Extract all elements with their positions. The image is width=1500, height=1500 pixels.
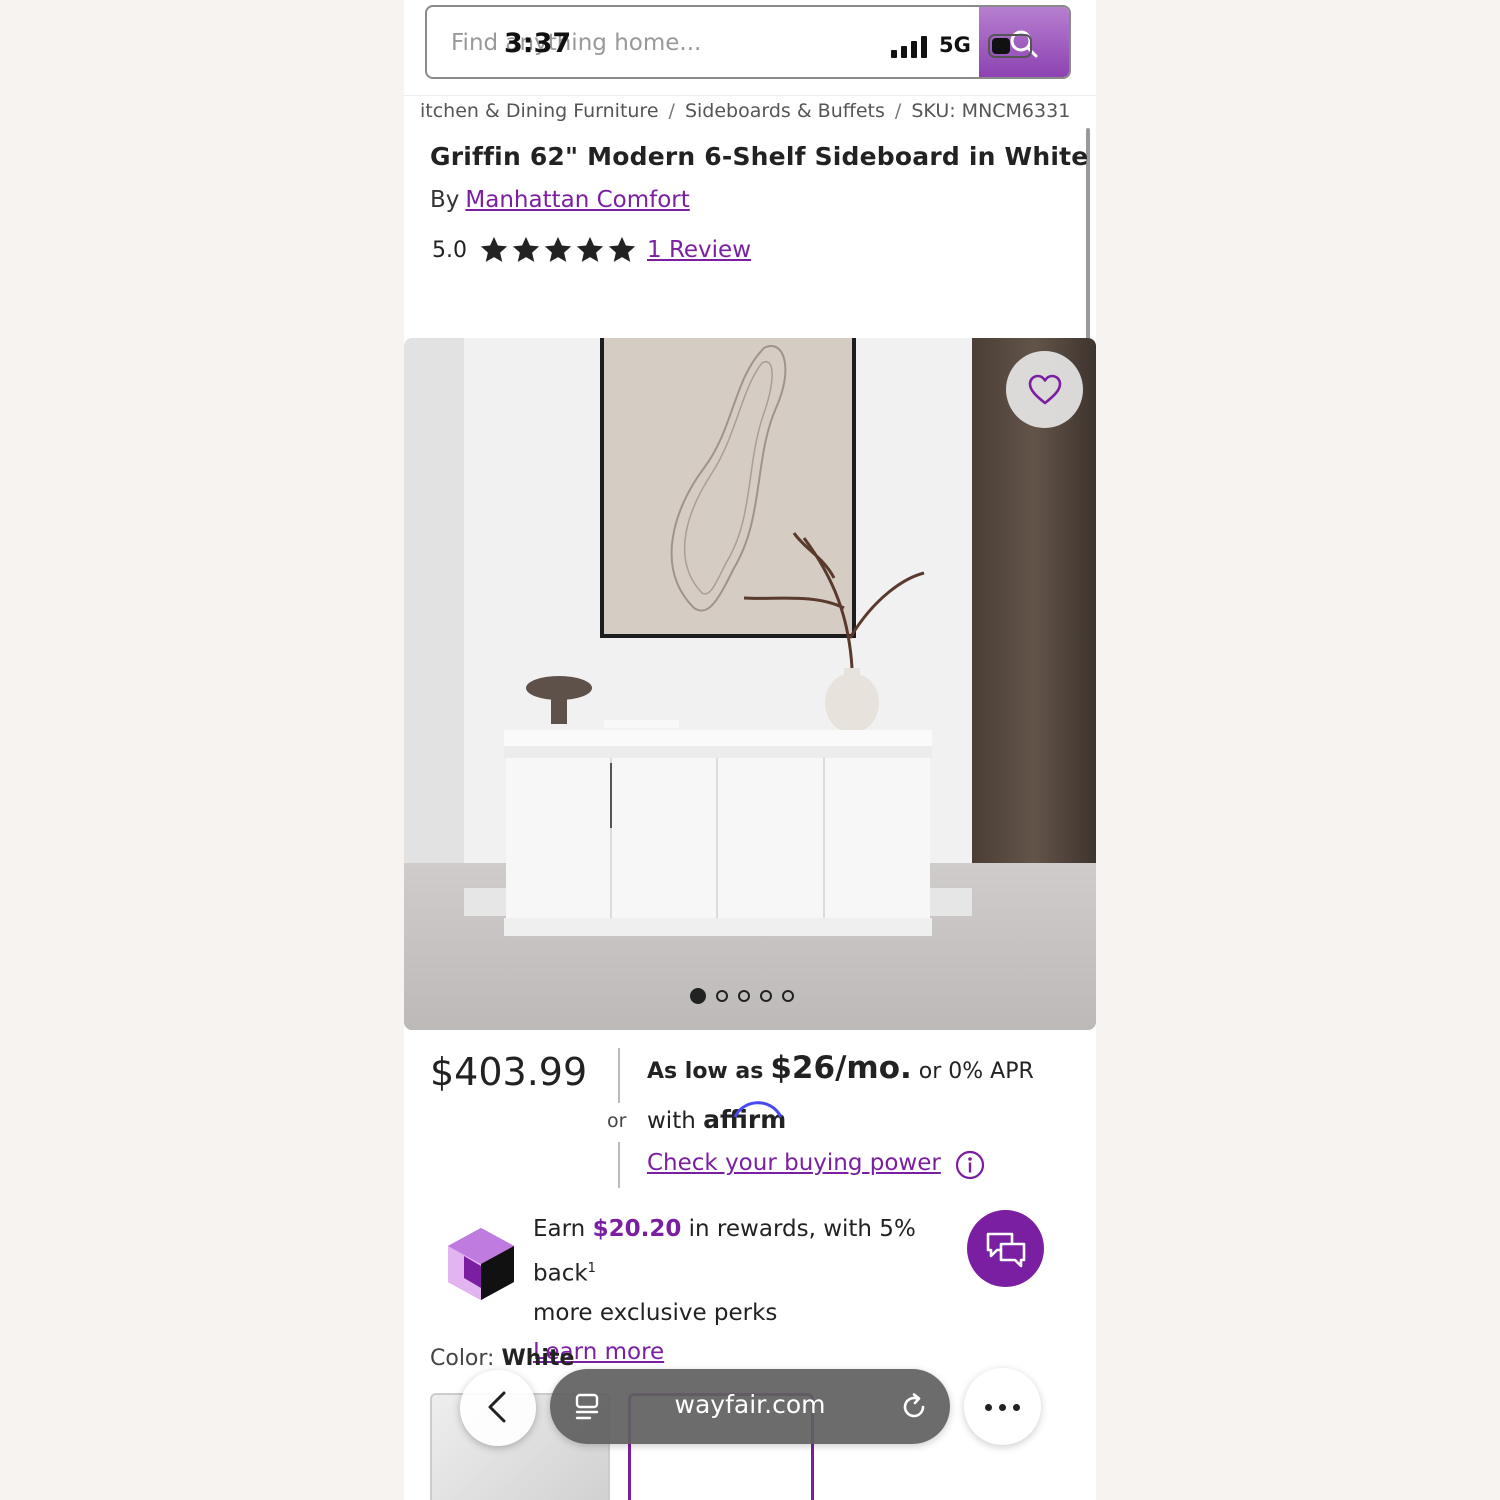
gallery-dot[interactable] — [716, 990, 728, 1002]
star-icon — [608, 236, 636, 262]
divider — [618, 1142, 620, 1188]
status-time: 3:37 — [504, 28, 572, 59]
url-text[interactable]: wayfair.com — [550, 1390, 950, 1419]
color-option-label: Color: White — [430, 1346, 574, 1371]
star-icon — [576, 236, 604, 262]
info-icon[interactable] — [955, 1150, 985, 1180]
more-icon-dot — [999, 1404, 1006, 1411]
financing-provider: with affirm — [647, 1101, 786, 1134]
gallery-dot[interactable] — [782, 990, 794, 1002]
rewards-amount: $20.20 — [592, 1216, 682, 1242]
earn-label: Earn — [533, 1216, 586, 1242]
gallery-pagination — [690, 988, 804, 1004]
more-icon-dot — [1013, 1404, 1020, 1411]
by-label: By — [430, 187, 460, 213]
color-label: Color: — [430, 1346, 495, 1371]
gallery-dot[interactable] — [760, 990, 772, 1002]
product-price: $403.99 — [430, 1050, 588, 1094]
breadcrumb-item-sku: SKU: MNCM6331 — [911, 100, 1071, 122]
more-icon-dot — [985, 1404, 992, 1411]
chevron-left-icon — [488, 1391, 506, 1423]
chat-button[interactable] — [967, 1210, 1044, 1287]
more-options-button[interactable] — [964, 1368, 1041, 1445]
breadcrumb-item-category[interactable]: itchen & Dining Furniture — [420, 100, 659, 122]
check-buying-power-link[interactable]: Check your buying power — [647, 1150, 941, 1176]
apr-text: or 0% APR — [918, 1059, 1034, 1084]
rating-score: 5.0 — [432, 237, 467, 263]
or-label: or — [607, 1110, 627, 1132]
address-bar[interactable]: wayfair.com — [550, 1369, 950, 1444]
favorite-button[interactable] — [1006, 351, 1083, 428]
reload-icon[interactable] — [900, 1393, 928, 1421]
network-label: 5G — [939, 33, 971, 57]
battery-icon — [988, 34, 1032, 58]
phone-screen: 3:37 5G itchen & Dining Furniture/Sidebo… — [404, 0, 1096, 1500]
footnote-marker: 1 — [587, 1261, 596, 1276]
color-value: White — [501, 1346, 575, 1371]
back-button[interactable] — [460, 1370, 536, 1446]
as-low-as-label: As low as — [647, 1059, 764, 1084]
star-icon — [480, 236, 508, 262]
brand-link[interactable]: Manhattan Comfort — [465, 187, 689, 213]
breadcrumb: itchen & Dining Furniture / Sideboards & B… — [420, 100, 1071, 122]
product-image[interactable] — [404, 338, 1096, 1030]
affirm-arc-icon — [733, 1101, 783, 1118]
rewards-perks: more exclusive perks — [533, 1299, 778, 1326]
rewards-description: in rewards, with 5% back — [533, 1216, 916, 1287]
divider — [618, 1048, 620, 1103]
rating-row: 5.0 1 Review — [432, 232, 751, 268]
breadcrumb-item-subcategory[interactable]: Sideboards & Buffets — [685, 100, 885, 122]
signal-icon — [891, 36, 927, 58]
star-icon — [544, 236, 572, 262]
top-bar: 3:37 5G — [404, 0, 1096, 96]
gallery-dot[interactable] — [738, 990, 750, 1002]
affirm-logo: affirm — [703, 1101, 786, 1134]
product-title: Griffin 62" Modern 6-Shelf Sideboard in … — [430, 142, 1089, 171]
reviews-link[interactable]: 1 Review — [647, 237, 751, 263]
star-icon — [512, 236, 540, 262]
financing-line: As low as $26/mo. or 0% APR — [647, 1050, 1034, 1086]
with-label: with — [647, 1108, 696, 1134]
rewards-gem-icon — [448, 1228, 514, 1300]
product-gallery[interactable] — [404, 338, 1096, 1030]
heart-icon — [1028, 374, 1062, 405]
monthly-amount: $26/mo. — [770, 1050, 912, 1086]
gallery-dot[interactable] — [690, 988, 706, 1004]
brand-line: By Manhattan Comfort — [430, 187, 690, 213]
rewards-text: Earn $20.20 in rewards, with 5% back1 mo… — [533, 1210, 983, 1372]
chat-icon — [986, 1232, 1026, 1268]
